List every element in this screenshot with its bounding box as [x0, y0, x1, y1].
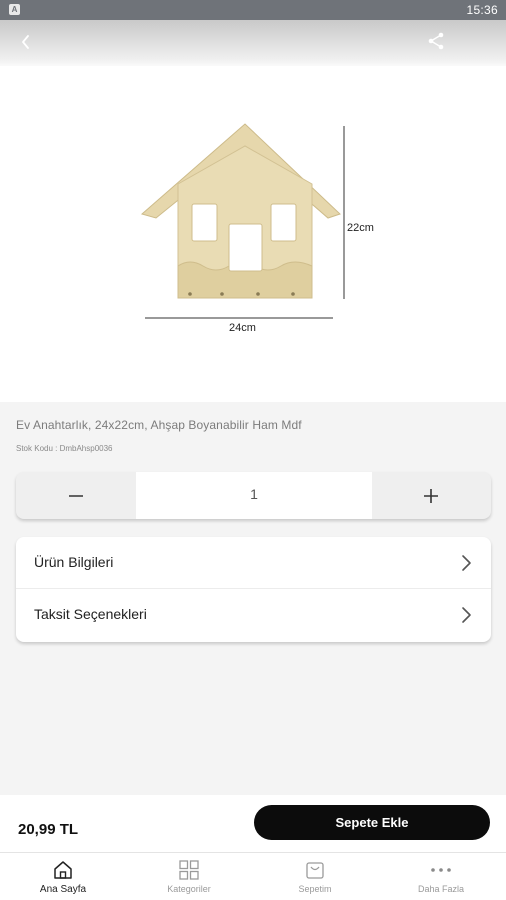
nav-label-cart: Sepetim	[298, 884, 332, 894]
nav-item-categories[interactable]: Kategoriler	[126, 853, 252, 900]
nav-item-cart[interactable]: Sepetim	[252, 853, 378, 900]
app-notification-icon: A	[9, 4, 20, 15]
nav-label-home: Ana Sayfa	[39, 884, 87, 895]
nav-label-more: Daha Fazla	[417, 884, 465, 894]
bottom-navigation: Ana Sayfa Kategoriler Sepetim Daha Fazla	[0, 852, 506, 900]
product-details-row[interactable]: Ürün Bilgileri	[16, 537, 491, 589]
minus-icon	[69, 494, 83, 497]
nav-item-home[interactable]: Ana Sayfa	[0, 853, 126, 900]
status-time: 15:36	[466, 3, 498, 17]
home-icon	[54, 861, 72, 879]
house-key-holder-image	[140, 123, 345, 319]
add-to-cart-button[interactable]: Sepete Ekle	[254, 805, 490, 840]
top-app-bar	[0, 20, 506, 66]
product-image[interactable]: 22cm 24cm	[0, 66, 506, 402]
product-details-label: Ürün Bilgileri	[34, 554, 114, 570]
bag-icon	[306, 862, 324, 879]
grid-icon	[179, 860, 199, 880]
chevron-left-icon	[22, 35, 29, 49]
chevron-right-icon	[462, 607, 471, 623]
back-button[interactable]	[14, 30, 38, 54]
nav-label-categories: Kategoriler	[167, 884, 211, 894]
product-title: Ev Anahtarlık, 24x22cm, Ahşap Boyanabili…	[16, 418, 302, 432]
product-info-card: Ürün Bilgileri Taksit Seçenekleri	[16, 537, 491, 642]
quantity-stepper: 1	[16, 472, 491, 519]
width-dimension-label: 24cm	[229, 322, 256, 334]
share-icon	[428, 32, 444, 50]
purchase-bar: 20,99 TL Sepete Ekle	[0, 795, 506, 852]
status-bar: A 15:36	[0, 0, 506, 20]
increase-quantity-button[interactable]	[371, 472, 491, 519]
stock-code: Stok Kodu : DmbAhsp0036	[16, 444, 113, 453]
plus-icon	[424, 488, 438, 503]
nav-item-more[interactable]: Daha Fazla	[378, 853, 504, 900]
decrease-quantity-button[interactable]	[16, 472, 136, 519]
chevron-right-icon	[462, 555, 471, 571]
installment-options-label: Taksit Seçenekleri	[34, 606, 147, 622]
height-dimension-label: 22cm	[347, 222, 374, 234]
more-icon	[431, 868, 451, 872]
installment-options-row[interactable]: Taksit Seçenekleri	[16, 589, 491, 641]
product-price: 20,99 TL	[18, 821, 79, 838]
share-button[interactable]	[424, 29, 448, 53]
quantity-value[interactable]: 1	[136, 472, 372, 519]
